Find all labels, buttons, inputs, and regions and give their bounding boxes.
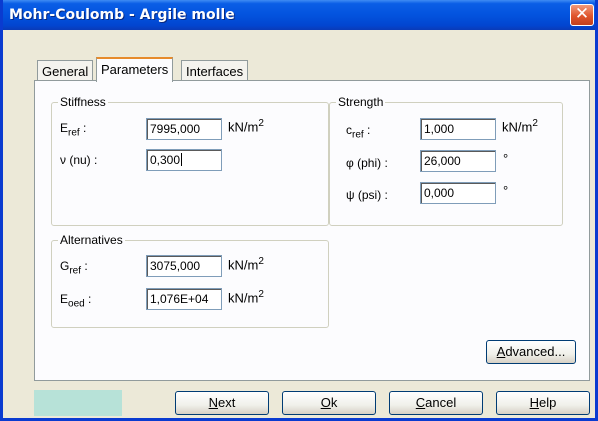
tab-parameters[interactable]: Parameters (96, 57, 174, 82)
c-ref-label: cref : (346, 123, 371, 141)
phi-input[interactable]: 26,000 (420, 150, 496, 172)
parameters-panel: Stiffness Eref : 7995,000 kN/m2 ν (nu) :… (34, 80, 590, 381)
status-swatch (34, 390, 122, 416)
next-button[interactable]: Next (175, 391, 269, 415)
e-oed-label: Eoed : (60, 292, 92, 310)
psi-unit: ° (503, 183, 509, 198)
e-oed-input[interactable]: 1,076E+04 (146, 288, 222, 310)
psi-input[interactable]: 0,000 (420, 182, 496, 204)
e-ref-label: Eref : (60, 121, 87, 139)
dialog-window: Mohr-Coulomb - Argile molle ✕ General Pa… (0, 0, 598, 421)
nu-input[interactable]: 0,300 (146, 149, 222, 171)
e-ref-input[interactable]: 7995,000 (146, 118, 222, 140)
text-caret (181, 153, 183, 166)
tab-interfaces-label: Interfaces (186, 64, 244, 79)
advanced-button[interactable]: Advanced... (486, 340, 576, 364)
phi-label: φ (phi) : (346, 156, 388, 170)
c-ref-unit: kN/m2 (502, 118, 538, 135)
alternatives-group: Alternatives Gref : 3075,000 kN/m2 Eoed … (51, 233, 329, 328)
strength-group: Strength cref : 1,000 kN/m2 φ (phi) : 26… (329, 95, 563, 226)
stiffness-group: Stiffness Eref : 7995,000 kN/m2 ν (nu) :… (51, 95, 329, 226)
tab-parameters-label: Parameters (101, 62, 169, 77)
ok-button[interactable]: Ok (282, 391, 376, 415)
phi-unit: ° (503, 151, 509, 166)
c-ref-input[interactable]: 1,000 (420, 118, 496, 140)
title-bar[interactable]: Mohr-Coulomb - Argile molle ✕ (3, 0, 595, 30)
alternatives-group-title: Alternatives (58, 233, 125, 247)
g-ref-unit: kN/m2 (228, 256, 264, 273)
nu-label: ν (nu) : (60, 153, 98, 167)
cancel-button[interactable]: Cancel (389, 391, 483, 415)
strength-group-title: Strength (336, 95, 386, 109)
close-button[interactable]: ✕ (570, 4, 594, 26)
g-ref-input[interactable]: 3075,000 (146, 255, 222, 277)
tab-interfaces[interactable]: Interfaces (181, 60, 249, 82)
g-ref-label: Gref : (60, 259, 88, 277)
psi-label: ψ (psi) : (346, 188, 388, 202)
close-icon: ✕ (574, 4, 590, 24)
tab-general-label: General (42, 64, 89, 79)
stiffness-group-title: Stiffness (58, 95, 108, 109)
e-ref-unit: kN/m2 (228, 118, 264, 135)
help-button[interactable]: Help (496, 391, 590, 415)
tab-general[interactable]: General (37, 60, 94, 82)
e-oed-unit: kN/m2 (228, 289, 264, 306)
window-title: Mohr-Coulomb - Argile molle (9, 7, 235, 23)
